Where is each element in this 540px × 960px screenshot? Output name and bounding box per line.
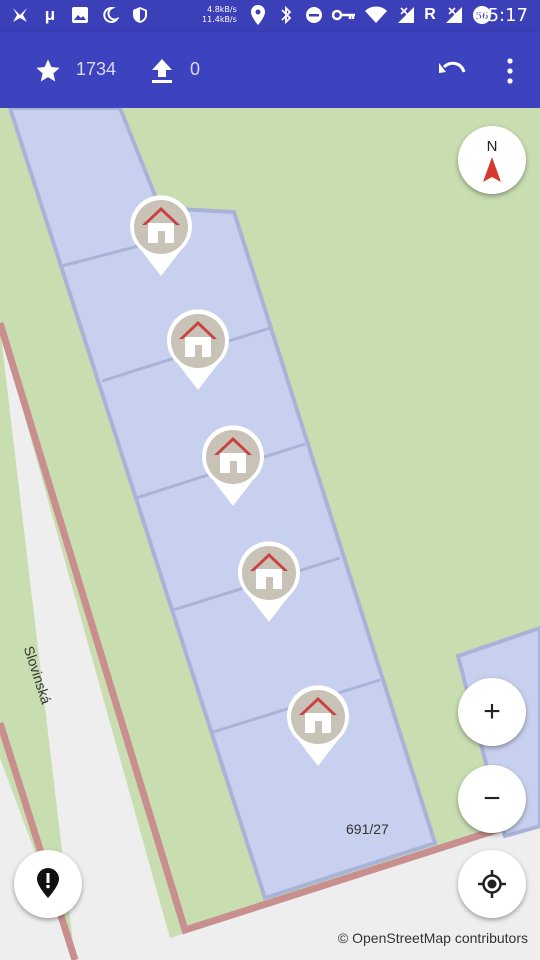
zoom-out-button[interactable]: −: [458, 765, 526, 833]
dnd-icon: [304, 5, 324, 25]
network-speed: 4.8kB/s 11.4kB/s: [202, 5, 237, 25]
house-pin[interactable]: [166, 308, 230, 392]
upload-icon[interactable]: [150, 57, 174, 85]
gps-icon: [478, 870, 506, 898]
compass-north-label: N: [486, 138, 498, 155]
clock: 05:17: [476, 5, 528, 26]
signal-x-icon: [396, 5, 416, 25]
moon-icon: [100, 5, 120, 25]
map-view[interactable]: Slovinská 691/27 N + − © OpenStreetMap c…: [0, 108, 540, 960]
star-icon[interactable]: [34, 57, 62, 85]
signal-r-icon: R: [424, 6, 436, 23]
bluetooth-icon: [276, 5, 296, 25]
more-vert-icon[interactable]: [500, 54, 520, 88]
stars-count[interactable]: 1734: [76, 59, 116, 80]
house-pin[interactable]: [286, 684, 350, 768]
speed-down: 11.4kB/s: [202, 15, 237, 24]
house-pin[interactable]: [129, 194, 193, 278]
speed-up: 4.8kB/s: [207, 5, 237, 14]
undo-icon[interactable]: [436, 54, 470, 88]
location-icon: [248, 5, 268, 25]
status-bar: μ 4.8kB/s 11.4kB/s R 56 05:17: [0, 0, 540, 32]
house-pin[interactable]: [201, 424, 265, 508]
house-number-label: 691/27: [346, 821, 389, 837]
add-note-button[interactable]: [14, 850, 82, 918]
wifi-icon: [364, 5, 388, 25]
zoom-in-button[interactable]: +: [458, 678, 526, 746]
shield-icon: [130, 5, 150, 25]
app-toolbar: 1734 0: [0, 32, 540, 108]
my-location-button[interactable]: [458, 850, 526, 918]
signal-x2-icon: [444, 5, 464, 25]
report-pin-icon: [37, 868, 59, 898]
compass-arrow-icon: [483, 157, 501, 182]
sword-icon: [10, 5, 30, 25]
upload-count[interactable]: 0: [190, 59, 200, 80]
house-pin[interactable]: [237, 540, 301, 624]
compass-button[interactable]: N: [458, 126, 526, 194]
image-icon: [70, 5, 90, 25]
mu-icon: μ: [44, 5, 56, 24]
key-icon: [332, 5, 356, 25]
map-attribution[interactable]: © OpenStreetMap contributors: [338, 930, 528, 946]
